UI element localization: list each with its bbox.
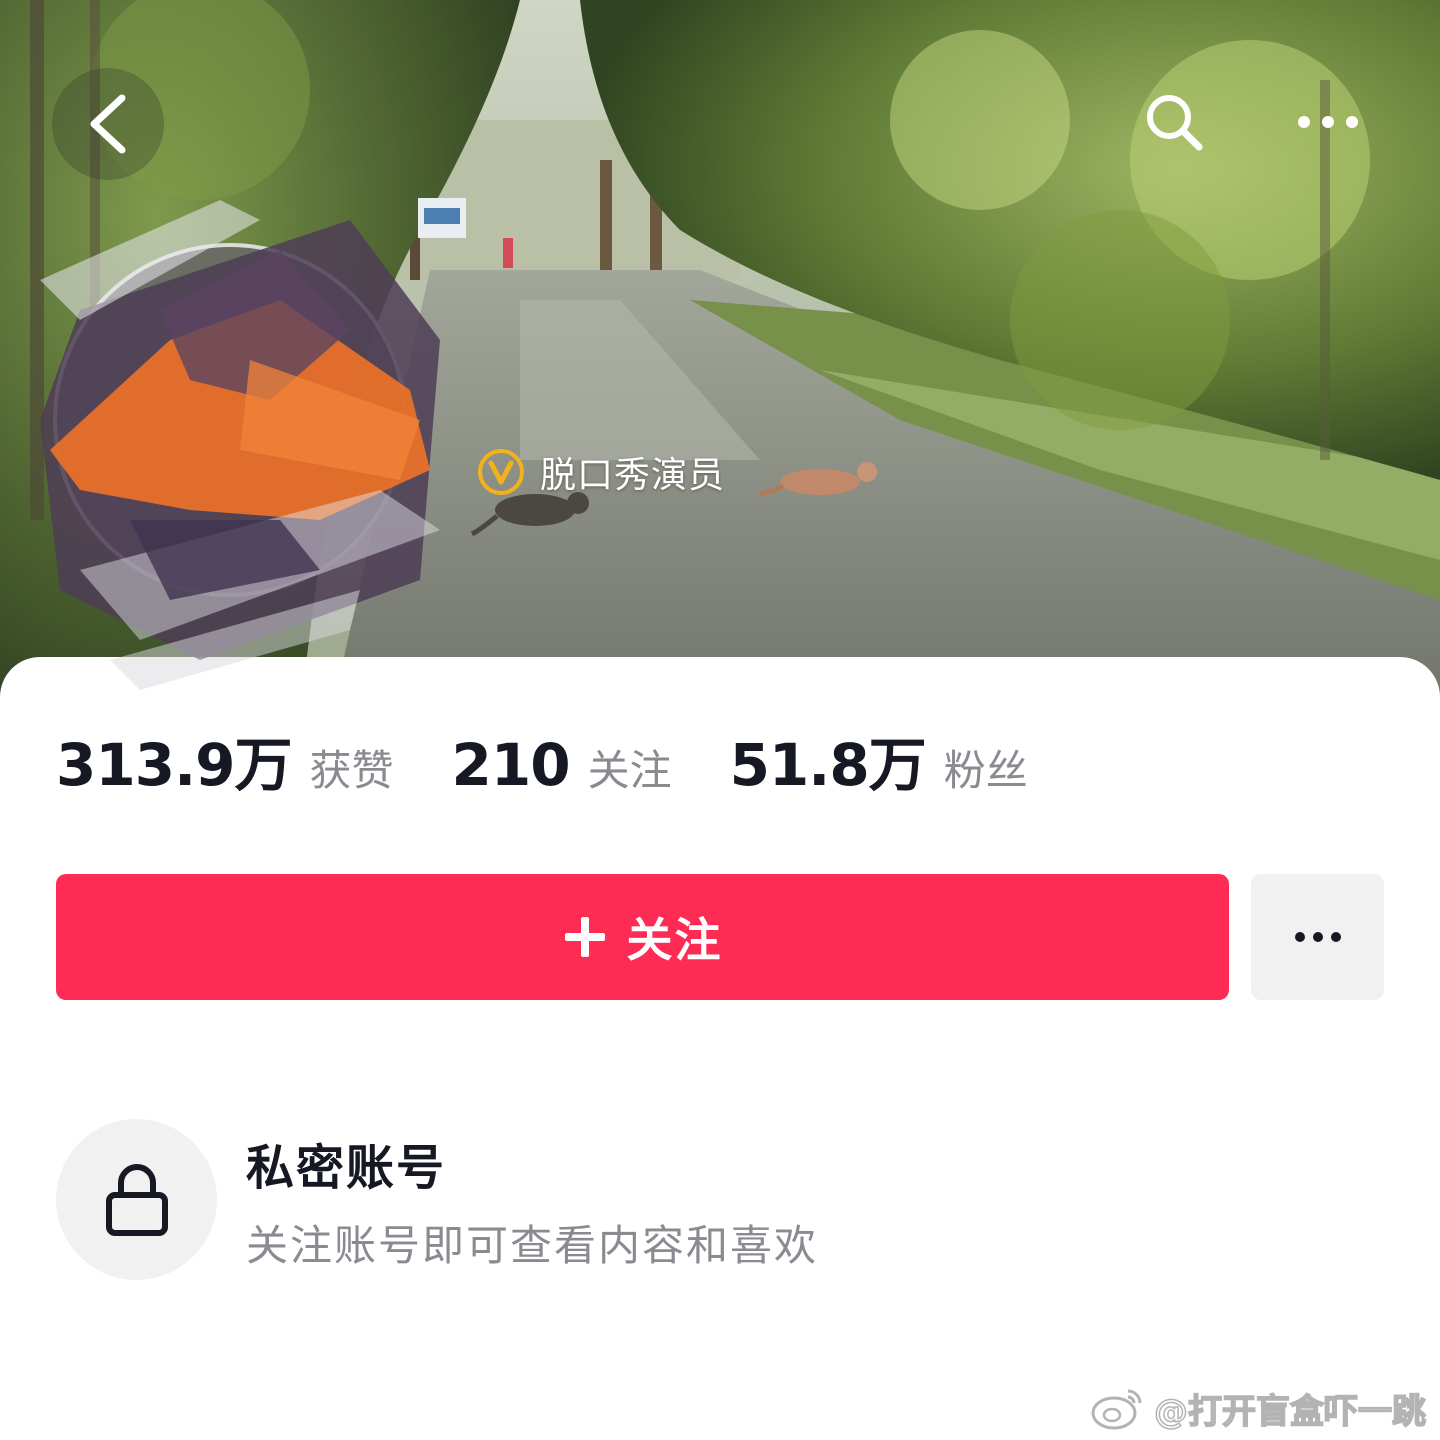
profile-stats: 313.9万 获赞 210 关注 51.8万 粉丝 xyxy=(56,718,1086,799)
avatar[interactable] xyxy=(20,190,480,710)
chevron-left-icon xyxy=(90,94,126,154)
verified-badge: 脱口秀演员 xyxy=(476,446,725,498)
verified-v-badge-icon xyxy=(476,447,526,497)
lock-badge xyxy=(56,1119,217,1280)
ellipsis-icon xyxy=(1294,932,1341,942)
follow-button[interactable]: 关注 xyxy=(56,874,1229,1000)
private-account-description: 关注账号即可查看内容和喜欢 xyxy=(246,1221,819,1270)
followers-stat[interactable]: 51.8万 粉丝 xyxy=(730,718,1028,802)
avatar-scribble xyxy=(40,200,440,690)
following-count: 210 xyxy=(451,731,570,799)
lock-icon xyxy=(105,1163,168,1236)
follow-label: 关注 xyxy=(626,913,723,967)
likes-stat[interactable]: 313.9万 获赞 xyxy=(56,718,393,802)
likes-count: 313.9万 xyxy=(56,731,292,799)
back-button[interactable] xyxy=(52,68,164,180)
following-label: 关注 xyxy=(587,746,672,795)
plus-icon xyxy=(564,917,605,957)
likes-label: 获赞 xyxy=(309,746,394,795)
more-actions-button[interactable] xyxy=(1251,874,1384,1000)
following-stat[interactable]: 210 关注 xyxy=(451,731,671,799)
more-options-button[interactable] xyxy=(1276,70,1380,174)
search-icon xyxy=(1147,95,1203,151)
verified-label: 脱口秀演员 xyxy=(540,455,726,496)
weibo-watermark: @打开盲盒吓一跳 xyxy=(1090,1382,1427,1434)
private-account-title: 私密账号 xyxy=(246,1140,447,1196)
search-button[interactable] xyxy=(1122,70,1226,174)
watermark-text: @打开盲盒吓一跳 xyxy=(1153,1391,1427,1433)
profile-page: 脱口秀演员 313.9万 获赞 210 关注 51.8万 粉丝 关注 私密账号 … xyxy=(0,0,1440,1440)
weibo-logo-icon xyxy=(1091,1389,1142,1430)
followers-count: 51.8万 xyxy=(729,731,927,799)
followers-label: 粉丝 xyxy=(943,746,1028,795)
ellipsis-icon xyxy=(1298,116,1358,128)
